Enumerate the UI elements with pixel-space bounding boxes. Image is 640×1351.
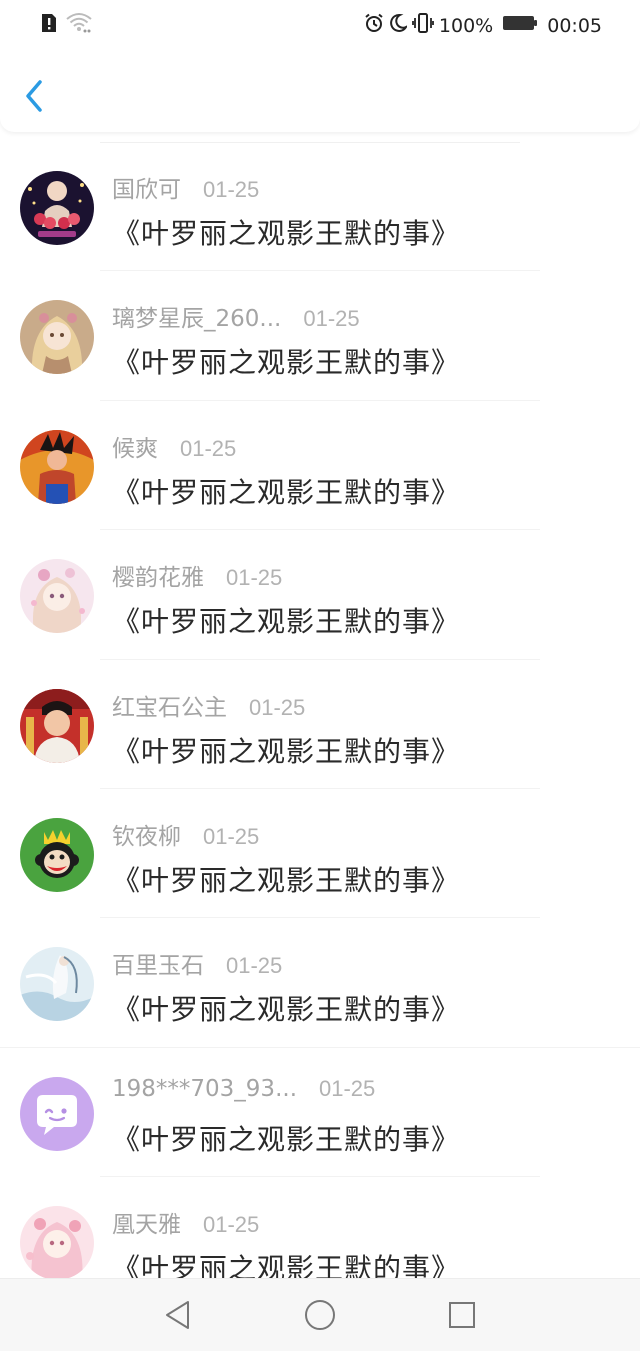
recents-square-icon — [444, 1302, 480, 1337]
item-date: 01-25 — [226, 953, 283, 979]
avatar — [20, 688, 94, 763]
user-name: 候爽 — [112, 435, 158, 462]
moon-icon — [389, 13, 409, 38]
header — [0, 52, 640, 132]
user-name: 凰天雅 — [112, 1212, 181, 1239]
item-title: 《叶罗丽之观影王默的事》 — [112, 863, 461, 897]
item-title: 《叶罗丽之观影王默的事》 — [112, 346, 461, 380]
item-meta: 钦夜柳 01-25 — [112, 817, 259, 851]
avatar — [20, 947, 94, 1022]
item-meta: 候爽 01-25 — [112, 429, 236, 463]
avatar — [20, 1076, 94, 1151]
vibrate-icon — [412, 12, 434, 39]
item-meta: 国欣可 01-25 — [112, 170, 259, 204]
home-circle-icon — [302, 1300, 338, 1337]
screen: 100% 00:05 国欣可 01-25 《叶罗丽之观影王默的事》 璃梦星辰_2… — [0, 0, 640, 1351]
nav-home-button[interactable] — [302, 1297, 338, 1333]
item-date: 01-25 — [203, 1212, 260, 1238]
back-button[interactable] — [18, 76, 50, 116]
user-name: 樱韵花雅 — [112, 565, 204, 592]
item-date: 01-25 — [180, 435, 237, 461]
user-name: 钦夜柳 — [112, 823, 181, 850]
item-date: 01-25 — [249, 694, 306, 720]
item-date: 01-25 — [203, 823, 260, 849]
wifi-icon — [66, 12, 92, 38]
list-item[interactable]: 樱韵花雅 01-25 《叶罗丽之观影王默的事》 — [0, 530, 640, 660]
user-name: 198***703_93... — [112, 1075, 297, 1102]
list-item[interactable]: 国欣可 01-25 《叶罗丽之观影王默的事》 — [0, 142, 640, 272]
chevron-left-icon — [18, 80, 50, 120]
battery-icon — [502, 14, 538, 37]
avatar — [20, 300, 94, 375]
list-item[interactable]: 候爽 01-25 《叶罗丽之观影王默的事》 — [0, 401, 640, 531]
item-meta: 璃梦星辰_260... 01-25 — [112, 299, 360, 333]
avatar — [20, 1206, 94, 1281]
item-meta: 百里玉石 01-25 — [112, 946, 282, 980]
item-title: 《叶罗丽之观影王默的事》 — [112, 475, 461, 509]
battery-percent: 100% — [438, 14, 494, 37]
item-meta: 凰天雅 01-25 — [112, 1205, 259, 1239]
list-item[interactable]: 璃梦星辰_260... 01-25 《叶罗丽之观影王默的事》 — [0, 271, 640, 401]
sim-alert-icon — [40, 13, 58, 37]
avatar — [20, 171, 94, 245]
nav-back-button[interactable] — [160, 1297, 196, 1333]
user-name: 国欣可 — [112, 177, 181, 203]
avatar — [20, 559, 94, 634]
list-item[interactable]: 红宝石公主 01-25 《叶罗丽之观影王默的事》 — [0, 660, 640, 789]
back-triangle-icon — [160, 1301, 196, 1337]
avatar — [20, 429, 94, 504]
item-meta: 198***703_93... 01-25 — [112, 1076, 375, 1102]
user-name: 璃梦星辰_260... — [112, 306, 282, 333]
item-date: 01-25 — [203, 177, 260, 202]
user-name: 红宝石公主 — [112, 694, 227, 721]
item-date: 01-25 — [226, 565, 283, 591]
list-item[interactable]: 198***703_93... 01-25 《叶罗丽之观影王默的事》 — [0, 1048, 640, 1178]
item-title: 《叶罗丽之观影王默的事》 — [112, 734, 461, 768]
avatar — [20, 817, 94, 892]
item-meta: 樱韵花雅 01-25 — [112, 558, 282, 592]
list-item[interactable]: 钦夜柳 01-25 《叶罗丽之观影王默的事》 — [0, 789, 640, 919]
system-nav-bar — [0, 1278, 640, 1351]
status-right: 100% 00:05 — [364, 12, 602, 39]
user-name: 百里玉石 — [112, 953, 204, 980]
item-date: 01-25 — [303, 306, 360, 332]
item-date: 01-25 — [319, 1075, 376, 1101]
item-title: 《叶罗丽之观影王默的事》 — [112, 217, 461, 250]
status-left — [40, 12, 92, 38]
item-title: 《叶罗丽之观影王默的事》 — [112, 605, 461, 639]
alarm-icon — [364, 13, 384, 38]
share-list: 国欣可 01-25 《叶罗丽之观影王默的事》 璃梦星辰_260... 01-25… — [0, 142, 640, 1307]
item-title: 《叶罗丽之观影王默的事》 — [112, 993, 461, 1027]
nav-recents-button[interactable] — [444, 1297, 480, 1333]
clock-time: 00:05 — [547, 14, 602, 37]
item-meta: 红宝石公主 01-25 — [112, 688, 305, 722]
list-item[interactable]: 百里玉石 01-25 《叶罗丽之观影王默的事》 — [0, 918, 640, 1048]
item-title: 《叶罗丽之观影王默的事》 — [112, 1122, 461, 1156]
status-bar: 100% 00:05 — [0, 0, 640, 52]
